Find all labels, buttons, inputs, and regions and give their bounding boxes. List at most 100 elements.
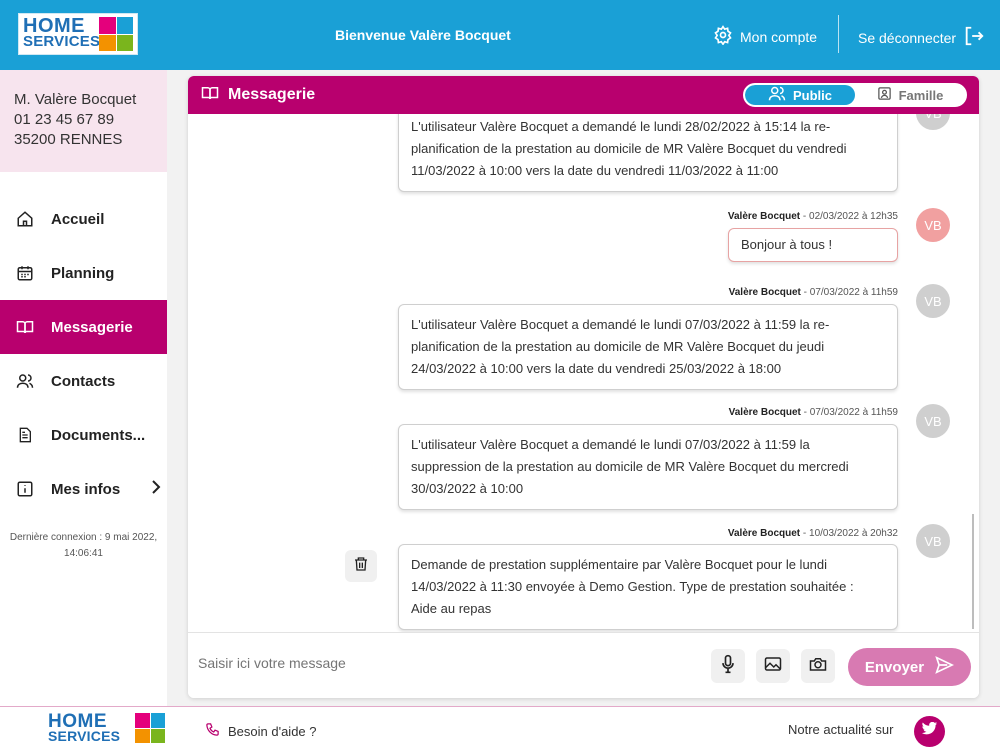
sidebar-item-label: Contacts: [51, 372, 116, 390]
person-card-icon: [877, 86, 892, 104]
footer: HOME SERVICES Besoin d'aide ? Notre actu…: [0, 706, 1000, 750]
user-info-box: M. Valère Bocquet 01 23 45 67 89 35200 R…: [0, 70, 167, 172]
last-connection: Dernière connexion : 9 mai 2022, 14:06:4…: [0, 530, 167, 562]
panel-header: Messagerie Public Famille: [188, 76, 979, 114]
message-line: Bonjour à tous !: [741, 237, 833, 252]
info-icon: [15, 479, 35, 499]
users-icon: [768, 86, 786, 104]
message-line: Demande de prestation supplémentaire par…: [411, 557, 828, 572]
news-label: Notre actualité sur: [788, 722, 894, 737]
send-button[interactable]: Envoyer: [848, 648, 971, 686]
sidebar: M. Valère Bocquet 01 23 45 67 89 35200 R…: [0, 70, 167, 706]
phone-icon: [205, 722, 220, 740]
message-date: - 10/03/2022 à 20h32: [800, 528, 898, 539]
message-author: Valère Bocquet: [727, 211, 801, 222]
account-link[interactable]: Mon compte: [713, 25, 817, 48]
message-meta: Valère Bocquet - 10/03/2022 à 20h32: [728, 528, 898, 539]
toggle-famille-label: Famille: [898, 87, 944, 103]
sidebar-item-label: Mes infos: [51, 480, 121, 498]
footer-logo-line2: SERVICES: [48, 728, 121, 744]
logout-icon: [963, 25, 985, 50]
chevron-right-icon: [150, 480, 162, 498]
image-button[interactable]: [756, 649, 790, 683]
message-line: 30/03/2022 à 10:00: [411, 481, 524, 496]
twitter-icon: [921, 721, 938, 741]
twitter-button[interactable]: [914, 716, 945, 747]
message-date: - 07/03/2022 à 11h59: [800, 287, 898, 298]
sidebar-item-mes-infos[interactable]: Mes infos: [0, 462, 167, 516]
message-date: - 07/03/2022 à 11h59: [800, 407, 898, 418]
camera-button[interactable]: [801, 649, 835, 683]
user-phone: 01 23 45 67 89: [14, 111, 115, 128]
message-meta: Valère Bocquet - 07/03/2022 à 11h59: [729, 287, 898, 298]
message-input[interactable]: [198, 655, 678, 671]
book-open-icon: [15, 317, 35, 337]
user-name: M. Valère Bocquet: [14, 91, 137, 108]
message-line: planification de la prestation au domici…: [411, 339, 825, 354]
header-divider: [838, 15, 839, 53]
footer-logo-line1: HOME: [48, 711, 107, 732]
sidebar-item-contacts[interactable]: Contacts: [0, 354, 167, 408]
message-line: Aide au repas: [411, 601, 492, 616]
logo-line1: HOME: [23, 15, 85, 37]
logout-link[interactable]: Se déconnecter: [858, 25, 985, 50]
send-label: Envoyer: [864, 658, 925, 676]
sidebar-item-messagerie[interactable]: Messagerie: [0, 300, 167, 354]
message-bubble: L'utilisateur Valère Bocquet a demandé l…: [398, 114, 898, 192]
logout-label: Se déconnecter: [858, 29, 957, 46]
avatar: VB: [916, 404, 950, 438]
sidebar-item-documents[interactable]: Documents...: [0, 408, 167, 462]
book-open-icon: [200, 84, 220, 107]
message-meta: Valère Bocquet - 02/03/2022 à 12h35: [728, 211, 898, 222]
last-connection-line2: 14:06:41: [64, 548, 103, 559]
top-header: HOME SERVICES Bienvenue Valère Bocquet M…: [0, 0, 1000, 70]
brand-logo[interactable]: HOME SERVICES: [18, 13, 138, 55]
message-author: Valère Bocquet: [728, 287, 801, 298]
message-line: suppression de la prestation au domicile…: [411, 459, 849, 474]
sidebar-item-label: Documents...: [51, 426, 146, 444]
logo-squares: [135, 713, 165, 743]
delete-message-button[interactable]: [345, 550, 377, 582]
sidebar-item-accueil[interactable]: Accueil: [0, 192, 167, 246]
microphone-button[interactable]: [711, 649, 745, 683]
trash-icon: [353, 555, 369, 578]
message-line: planification de la prestation au domici…: [411, 141, 847, 156]
audience-toggle: Public Famille: [743, 83, 967, 107]
avatar: VB: [916, 208, 950, 242]
message-bubble: Demande de prestation supplémentaire par…: [398, 544, 898, 630]
message-author: Valère Bocquet: [728, 407, 801, 418]
message-bubble: L'utilisateur Valère Bocquet a demandé l…: [398, 424, 898, 510]
message-meta: Valère Bocquet - 07/03/2022 à 11h59: [729, 407, 898, 418]
users-icon: [15, 371, 35, 391]
home-icon: [15, 209, 35, 229]
message-bubble: Bonjour à tous !: [728, 228, 898, 262]
last-connection-line1: Dernière connexion : 9 mai 2022,: [9, 532, 158, 543]
sidebar-item-label: Accueil: [51, 210, 105, 228]
toggle-public[interactable]: Public: [745, 85, 855, 105]
user-city: 35200 RENNES: [14, 131, 123, 148]
toggle-famille[interactable]: Famille: [855, 85, 965, 105]
panel-title: Messagerie: [228, 86, 316, 103]
image-icon: [764, 656, 782, 677]
message-line: L'utilisateur Valère Bocquet a demandé l…: [411, 437, 810, 452]
camera-icon: [809, 656, 827, 677]
message-thread[interactable]: VB L'utilisateur Valère Bocquet a demand…: [188, 114, 979, 632]
help-link[interactable]: Besoin d'aide ?: [205, 722, 317, 740]
account-label: Mon compte: [740, 28, 818, 45]
message-line: L'utilisateur Valère Bocquet a demandé l…: [411, 119, 831, 134]
avatar: VB: [916, 284, 950, 318]
avatar: VB: [916, 114, 950, 130]
sidebar-item-label: Messagerie: [51, 318, 133, 336]
logo-line2: SERVICES: [23, 33, 101, 50]
messaging-panel: Messagerie Public Famille VB L'utilisate…: [188, 76, 979, 698]
avatar: VB: [916, 524, 950, 558]
sidebar-item-planning[interactable]: Planning: [0, 246, 167, 300]
footer-logo[interactable]: HOME SERVICES: [48, 711, 168, 747]
thread-scrollbar[interactable]: [972, 514, 974, 629]
calendar-icon: [15, 263, 35, 283]
message-line: 24/03/2022 à 10:00 vers la date du vendr…: [411, 361, 782, 376]
sidebar-item-label: Planning: [51, 264, 115, 282]
logo-squares: [99, 17, 133, 51]
message-composer: Envoyer: [188, 632, 979, 698]
message-bubble: L'utilisateur Valère Bocquet a demandé l…: [398, 304, 898, 390]
